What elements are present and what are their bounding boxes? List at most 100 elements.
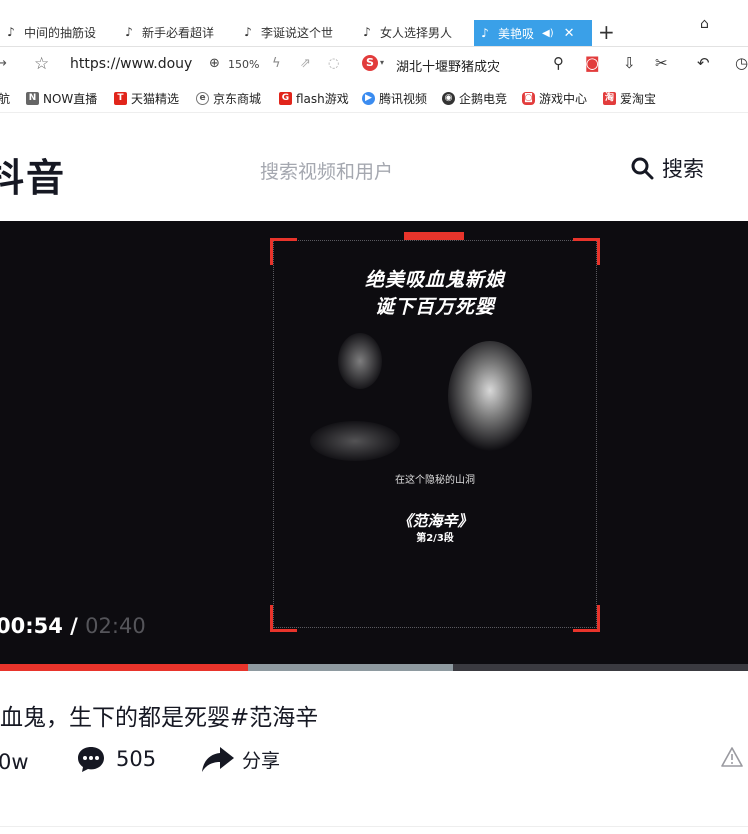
flash-game-icon: G (279, 92, 292, 105)
new-tab-button[interactable]: + (598, 20, 615, 44)
bookmark-star-icon[interactable]: ☆ (34, 54, 49, 74)
comment-icon (78, 747, 104, 772)
tab-label: 中间的抽筋设 (24, 25, 97, 40)
penguin-icon: ◉ (442, 92, 455, 105)
frame-corner (270, 605, 297, 632)
bookmark-esports[interactable]: ◉ 企鹅电竞 (442, 90, 507, 107)
douyin-tab-icon: ♪ (363, 25, 371, 39)
warning-icon (721, 747, 743, 767)
bookmark-now[interactable]: N NOW直播 (26, 90, 97, 107)
now-icon: N (26, 92, 39, 105)
video-headline-1: 绝美吸血鬼新娘 (364, 269, 505, 291)
tab-2[interactable]: ♪ 新手必看超详 (122, 18, 234, 46)
undo-icon[interactable]: ↶ (697, 54, 710, 72)
search-icon[interactable]: ⚲ (553, 54, 564, 72)
bookmark-label: 航 (0, 92, 11, 106)
video-player[interactable]: 绝美吸血鬼新娘 诞下百万死婴 在这个隐秘的山洞 《范海辛》 第2/3段 00:5… (0, 221, 748, 671)
site-header: 抖音 搜索视频和用户 搜索 (0, 113, 748, 221)
frame-corner (573, 605, 600, 632)
gamepad-icon: ◙ (522, 92, 535, 105)
back-arrow-icon[interactable]: → (0, 56, 7, 71)
video-headline-2: 诞下百万死婴 (374, 296, 495, 318)
search-button[interactable]: 搜索 (630, 153, 704, 183)
chevron-down-icon[interactable]: ▾ (380, 58, 384, 67)
time-separator: / (70, 614, 78, 638)
address-bar: → ☆ https://www.douy ⊕ 150% ϟ ⇗ ◌ S ▾ 湖北… (0, 47, 748, 83)
douyin-tab-icon: ♪ (7, 25, 15, 39)
search-input[interactable]: 搜索视频和用户 (260, 157, 393, 184)
douyin-tab-icon: ♪ (481, 26, 489, 40)
bookmarks-bar: 航 N NOW直播 T 天猫精选 e 京东商城 G flash游戏 ▶ 腾讯视频… (0, 84, 748, 113)
bookmark-jd[interactable]: e 京东商城 (196, 90, 261, 107)
bookmark-label: 企鹅电竞 (459, 92, 508, 106)
share-page-icon[interactable]: ⇗ (300, 56, 311, 71)
comment-button[interactable]: 505 (76, 744, 156, 774)
bookmark-label: 天猫精选 (131, 92, 180, 106)
bookmark-taobao[interactable]: 淘 爱淘宝 (603, 90, 656, 107)
search-button-label: 搜索 (662, 157, 704, 181)
bookmark-label: NOW直播 (43, 92, 98, 106)
lightning-icon[interactable]: ϟ (272, 56, 281, 71)
share-icon (202, 747, 234, 772)
progress-bar[interactable] (0, 664, 748, 671)
shirt-icon[interactable]: ⌂ (700, 16, 709, 32)
bookmark-label: 京东商城 (213, 92, 262, 106)
frame-top-tab (404, 232, 464, 240)
bookmark-label: 腾讯视频 (379, 92, 428, 106)
tab-label: 新手必看超详 (142, 25, 215, 40)
speaker-icon[interactable]: ◀) (542, 28, 554, 39)
tab-label: 女人选择男人 (380, 25, 453, 40)
bookmark-tmall[interactable]: T 天猫精选 (114, 90, 179, 107)
bookmark-label: flash游戏 (296, 92, 349, 106)
bookmark-nav[interactable]: 航 (0, 90, 10, 107)
bookmark-flash[interactable]: G flash游戏 (279, 90, 349, 107)
close-tab-icon[interactable]: ✕ (564, 26, 575, 41)
site-logo[interactable]: 抖音 (0, 147, 66, 202)
share-button[interactable]: 分享 (200, 744, 280, 774)
tab-label: 李诞说这个世 (261, 25, 334, 40)
tmall-icon: T (114, 92, 127, 105)
shield-icon[interactable]: ◌ (328, 56, 339, 71)
zoom-level[interactable]: 150% (228, 58, 259, 71)
video-frame-image (310, 333, 532, 461)
tab-label: 美艳吸 (498, 26, 535, 41)
search-icon (631, 157, 654, 180)
tab-active[interactable]: ♪ 美艳吸 ◀) ✕ (474, 20, 592, 46)
frame-corner (573, 238, 600, 265)
bookmark-label: 游戏中心 (539, 92, 588, 106)
current-time: 00:54 (0, 614, 63, 638)
globe-icon: e (196, 92, 209, 105)
time-display: 00:54 / 02:40 (0, 614, 146, 638)
tab-3[interactable]: ♪ 李诞说这个世 (241, 18, 353, 46)
divider (0, 826, 748, 827)
scissors-icon[interactable]: ✂ (655, 54, 668, 72)
search-engine-icon[interactable]: S (362, 55, 378, 71)
share-label: 分享 (242, 749, 281, 772)
video-episode: 第2/3段 (416, 533, 454, 544)
progress-played (0, 664, 248, 671)
download-icon[interactable]: ⇩ (623, 54, 636, 72)
report-button[interactable] (720, 746, 744, 773)
video-caption: 在这个隐秘的山洞 (395, 475, 475, 486)
total-time: 02:40 (85, 614, 146, 638)
frame-corner (270, 238, 297, 265)
taobao-icon: 淘 (603, 92, 616, 105)
douyin-tab-icon: ♪ (244, 25, 252, 39)
action-bar: 0w 505 分享 (0, 744, 748, 784)
history-icon[interactable]: ◷ (735, 54, 748, 72)
url-field[interactable]: https://www.douy (70, 56, 192, 72)
gamepad-icon[interactable]: ◙ (585, 54, 600, 72)
search-box[interactable]: 湖北十堰野猪成灾 (396, 56, 500, 75)
video-series-title: 《范海辛》 (397, 512, 473, 530)
douyin-tab-icon: ♪ (125, 25, 133, 39)
comment-count: 505 (116, 747, 157, 771)
tab-1[interactable]: ♪ 中间的抽筋设 (4, 18, 116, 46)
bookmark-label: 爱淘宝 (620, 92, 657, 106)
bookmark-tencent-video[interactable]: ▶ 腾讯视频 (362, 90, 427, 107)
tab-4[interactable]: ♪ 女人选择男人 (360, 18, 472, 46)
bookmark-game-center[interactable]: ◙ 游戏中心 (522, 90, 587, 107)
play-icon: ▶ (362, 92, 375, 105)
video-title: 血鬼，生下的都是死婴#范海辛 (0, 705, 319, 731)
zoom-icon[interactable]: ⊕ (209, 56, 220, 71)
like-count[interactable]: 0w (0, 750, 29, 774)
